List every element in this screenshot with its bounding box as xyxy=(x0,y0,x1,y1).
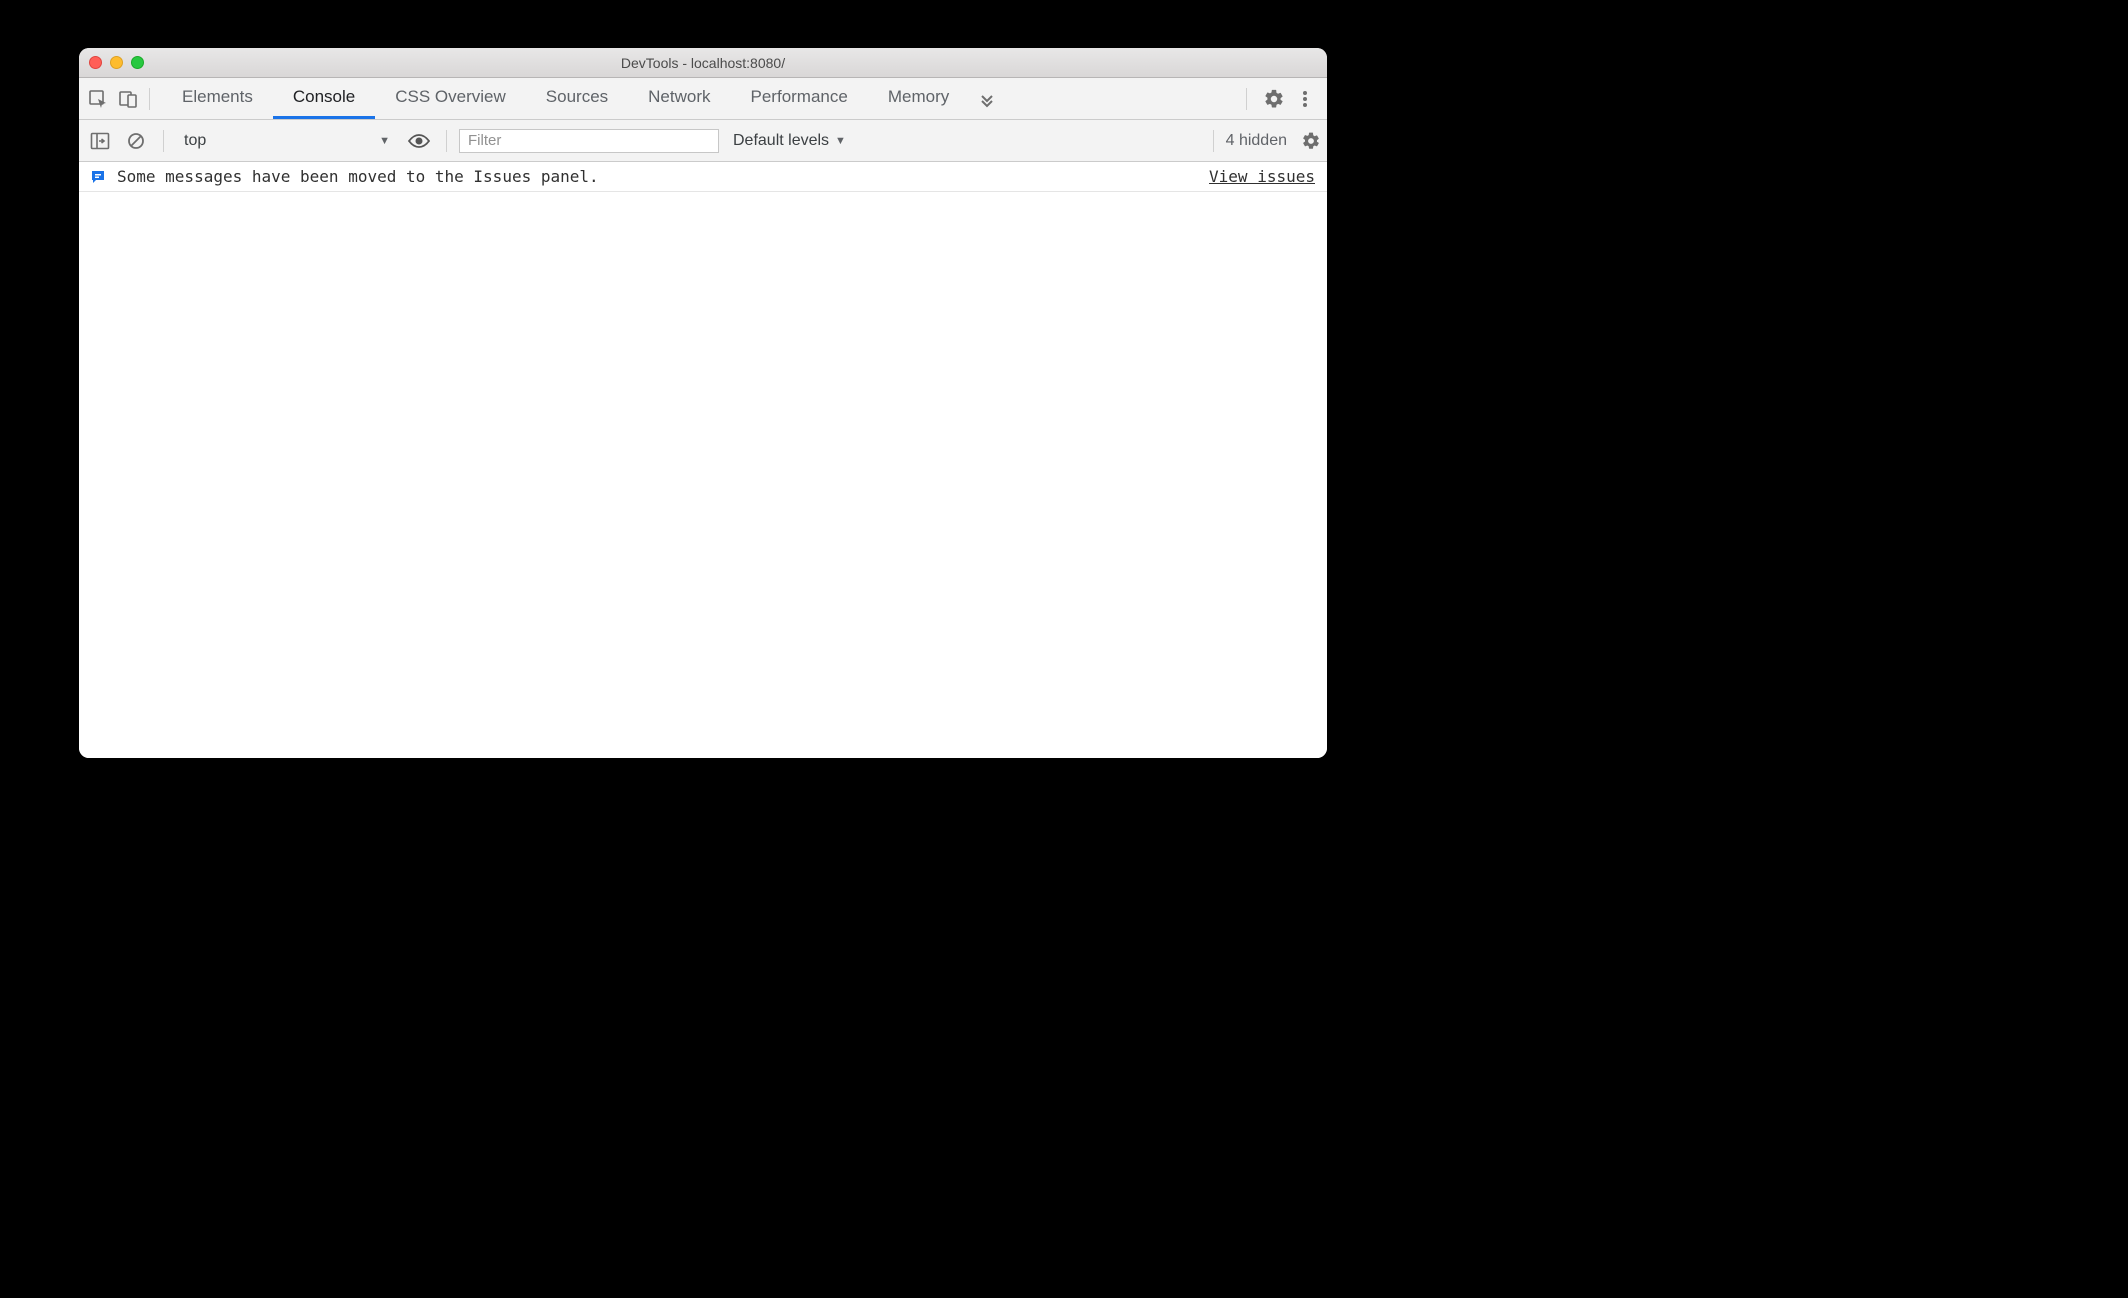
console-settings-icon[interactable] xyxy=(1301,131,1321,151)
log-levels-selector[interactable]: Default levels ▼ xyxy=(725,132,846,150)
tab-console[interactable]: Console xyxy=(273,78,375,119)
toolbar-divider xyxy=(163,130,164,152)
issues-icon xyxy=(91,170,107,184)
close-window-button[interactable] xyxy=(89,56,102,69)
tab-elements[interactable]: Elements xyxy=(162,78,273,119)
main-toolbar: Elements Console CSS Overview Sources Ne… xyxy=(79,78,1327,120)
minimize-window-button[interactable] xyxy=(110,56,123,69)
panel-tabs: Elements Console CSS Overview Sources Ne… xyxy=(162,78,1240,119)
tab-css-overview[interactable]: CSS Overview xyxy=(375,78,526,119)
execution-context-selector[interactable]: top ▼ xyxy=(176,130,398,152)
more-options-icon[interactable] xyxy=(1295,89,1315,109)
clear-console-icon[interactable] xyxy=(121,126,151,156)
toolbar-right xyxy=(1240,88,1323,110)
tab-network[interactable]: Network xyxy=(628,78,730,119)
devtools-window: DevTools - localhost:8080/ Elements Cons… xyxy=(79,48,1327,758)
toggle-console-sidebar-icon[interactable] xyxy=(85,126,115,156)
inspect-element-icon[interactable] xyxy=(83,84,113,114)
issues-message: Some messages have been moved to the Iss… xyxy=(117,167,599,186)
execution-context-label: top xyxy=(184,132,206,150)
view-issues-link[interactable]: View issues xyxy=(1209,167,1315,186)
console-filter-input[interactable] xyxy=(459,129,719,153)
device-toolbar-icon[interactable] xyxy=(113,84,143,114)
traffic-lights xyxy=(89,56,144,69)
tab-sources[interactable]: Sources xyxy=(526,78,628,119)
tab-performance[interactable]: Performance xyxy=(731,78,868,119)
settings-icon[interactable] xyxy=(1263,88,1285,110)
toolbar-divider xyxy=(1246,88,1247,110)
live-expression-icon[interactable] xyxy=(404,126,434,156)
titlebar: DevTools - localhost:8080/ xyxy=(79,48,1327,78)
issues-banner: Some messages have been moved to the Iss… xyxy=(79,162,1327,192)
maximize-window-button[interactable] xyxy=(131,56,144,69)
toolbar-divider xyxy=(149,88,150,110)
dropdown-triangle-icon: ▼ xyxy=(835,135,846,147)
console-output[interactable] xyxy=(79,192,1327,758)
hidden-messages-count[interactable]: 4 hidden xyxy=(1226,132,1287,150)
window-title: DevTools - localhost:8080/ xyxy=(79,55,1327,71)
dropdown-triangle-icon: ▼ xyxy=(379,135,390,147)
console-toolbar: top ▼ Default levels ▼ 4 hidden xyxy=(79,120,1327,162)
log-levels-label: Default levels xyxy=(733,132,829,150)
toolbar-divider xyxy=(446,130,447,152)
tab-memory[interactable]: Memory xyxy=(868,78,969,119)
more-tabs-icon[interactable] xyxy=(969,78,1005,119)
toolbar-divider xyxy=(1213,130,1214,152)
